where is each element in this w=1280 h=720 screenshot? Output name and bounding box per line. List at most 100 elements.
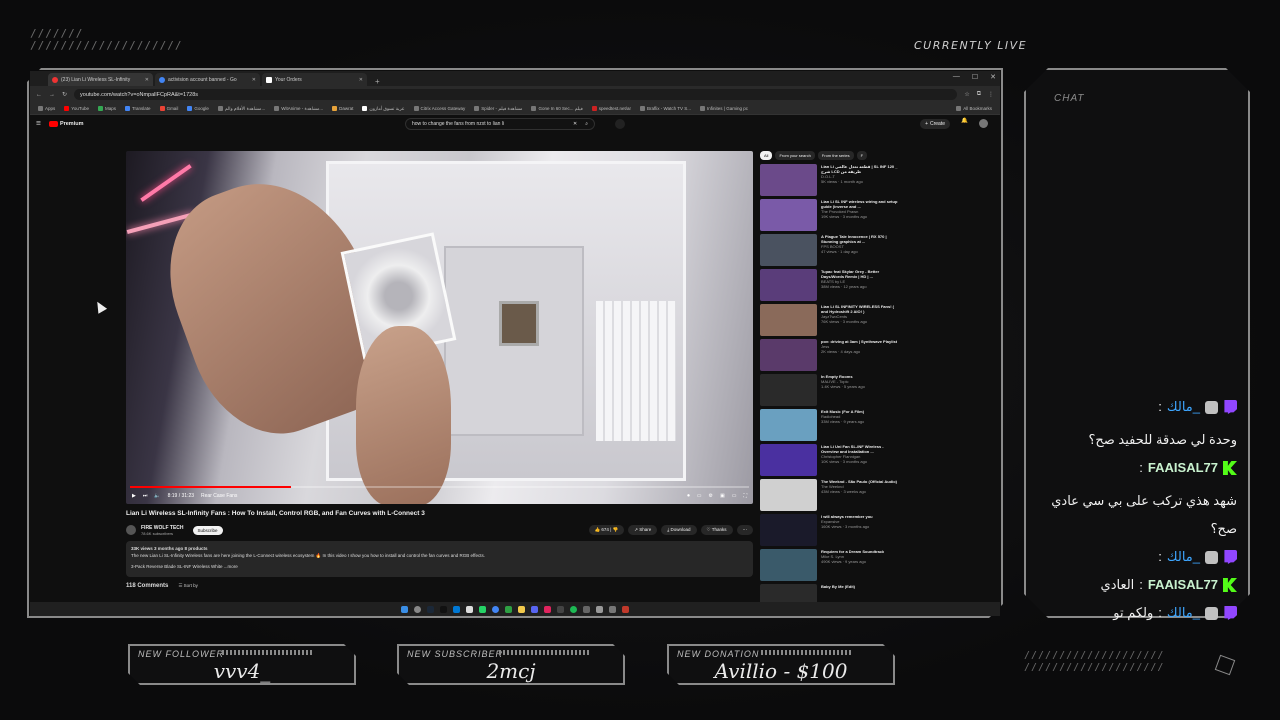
chip-from-series[interactable]: From the series xyxy=(817,151,854,160)
store-icon[interactable] xyxy=(453,605,460,613)
tab-youtube[interactable]: (23) Lian Li Wireless SL-Infinity ✕ xyxy=(48,73,153,86)
recommended-video[interactable]: The Weeknd - São Paulo (Official Audio) T… xyxy=(760,479,900,514)
recommended-title[interactable]: Tupac feat Skylar Grey - Better Days/Wor… xyxy=(821,269,900,279)
video-thumbnail[interactable] xyxy=(760,269,817,301)
close-tab-icon[interactable]: ✕ xyxy=(252,77,256,83)
notifications-bell-icon[interactable]: 🔔 xyxy=(961,118,968,124)
video-thumbnail[interactable] xyxy=(760,339,817,371)
hamburger-menu-icon[interactable]: ☰ xyxy=(36,121,41,127)
url-field[interactable]: youtube.com/watch?v=oNmpallFCpRA&t=1728s xyxy=(74,89,958,100)
recommended-title[interactable]: Lian Li SL INFINITY WIRELESS Fans! ( and… xyxy=(821,304,900,314)
recommended-title[interactable]: Lian Li SL INF wireless wiring and setup… xyxy=(821,199,900,209)
video-player[interactable]: ▶ ⏭ 🔈 8:19 / 31:23 Rear Case Fans ⏺ ▭ ⚙ … xyxy=(126,151,753,504)
video-thumbnail[interactable] xyxy=(760,444,817,476)
video-description[interactable]: 33K views 3 months ago 8 products The ne… xyxy=(126,541,753,577)
recommended-title[interactable]: Baby By Me (Edit) xyxy=(821,584,855,589)
chrome-icon[interactable] xyxy=(492,605,499,613)
recommended-video[interactable]: pov: driving at 3am | Synthwave Playlist… xyxy=(760,339,900,374)
app-icon[interactable] xyxy=(466,605,473,613)
sort-by-button[interactable]: ☰ Sort by xyxy=(178,583,198,589)
recommended-title[interactable]: A Plague Tale Innocence | RX 570 | Stunn… xyxy=(821,234,900,244)
bookmark-item[interactable]: Infinites | Gaming pc xyxy=(700,106,748,112)
recommended-video[interactable]: Lian Li SL INF wireless wiring and setup… xyxy=(760,199,900,234)
forward-icon[interactable]: → xyxy=(49,92,55,98)
search-icon[interactable] xyxy=(414,605,421,613)
video-progress-bar[interactable] xyxy=(130,486,749,488)
minimize-icon[interactable]: — xyxy=(953,73,960,81)
recommended-video[interactable]: I will always remember you Expansive 160K … xyxy=(760,514,900,549)
recommended-title[interactable]: pov: driving at 3am | Synthwave Playlist xyxy=(821,339,897,344)
tab-orders[interactable]: Your Orders ✕ xyxy=(262,73,367,86)
bookmark-item[interactable]: speedtest.net/ar xyxy=(591,106,631,112)
start-icon[interactable] xyxy=(401,605,408,613)
bookmark-item[interactable]: Maps xyxy=(97,106,116,112)
extensions-icon[interactable]: ⧉ xyxy=(977,91,981,98)
maximize-icon[interactable]: ☐ xyxy=(972,73,978,81)
miniplayer-icon[interactable]: ▣ xyxy=(720,493,725,499)
chapter-label[interactable]: Rear Case Fans xyxy=(201,493,237,499)
share-button[interactable]: ↗ Share xyxy=(628,525,658,535)
youtube-logo[interactable]: Premium xyxy=(48,121,83,127)
video-thumbnail[interactable] xyxy=(760,479,817,511)
bookmark-item[interactable]: Spider - مشاهدة فيلم xyxy=(474,106,522,112)
bookmark-item[interactable]: Citrix Access Gateway xyxy=(413,106,465,112)
recommended-video[interactable]: Requiem for a Dream Soundtrack Mike S. Ly… xyxy=(760,549,900,584)
app-icon[interactable] xyxy=(609,605,616,613)
recommended-title[interactable]: Lian Li Uni Fan SL-INF Wireless - Overvi… xyxy=(821,444,900,454)
bookmark-item[interactable]: Google xyxy=(187,106,209,112)
search-input[interactable]: how to change the fans from nzxt to lian… xyxy=(405,118,595,130)
create-button[interactable]: + Create xyxy=(920,119,950,129)
fullscreen-icon[interactable]: ⛶ xyxy=(743,493,747,499)
recommended-video[interactable]: Lian Li SL INFINITY WIRELESS Fans! ( and… xyxy=(760,304,900,339)
subtitles-icon[interactable]: ▭ xyxy=(697,493,702,499)
bookmark-item[interactable]: YouTube xyxy=(64,106,89,112)
chip-from-search[interactable]: From your search xyxy=(775,151,815,160)
next-icon[interactable]: ⏭ xyxy=(143,493,148,499)
whatsapp-icon[interactable] xyxy=(479,605,486,613)
settings-gear-icon[interactable] xyxy=(596,605,603,613)
app-icon[interactable] xyxy=(505,605,512,613)
recommended-video[interactable]: In Empty Rooms MALIVE - Topic 1.4K views ·… xyxy=(760,374,900,409)
recommended-video[interactable]: Exit Music (For A Film) Radiohead 33M view… xyxy=(760,409,900,444)
bookmark-item[interactable]: مشاهدة الأفلام والم... xyxy=(217,106,265,112)
bookmark-item[interactable]: Braflix - Watch TV S... xyxy=(640,106,691,112)
video-thumbnail[interactable] xyxy=(760,199,817,231)
all-bookmarks[interactable]: All Bookmarks xyxy=(956,106,992,112)
bookmark-item[interactable]: WitAnime - مشاهدة... xyxy=(274,106,323,112)
chip-more[interactable]: F xyxy=(856,151,868,160)
app-icon[interactable] xyxy=(544,605,551,613)
close-tab-icon[interactable]: ✕ xyxy=(359,77,363,83)
menu-dots-icon[interactable]: ⋮ xyxy=(988,91,994,98)
subscribe-button[interactable]: Subscribe xyxy=(192,525,223,535)
more-actions-icon[interactable]: ⋯ xyxy=(736,525,753,535)
video-thumbnail[interactable] xyxy=(760,374,817,406)
video-thumbnail[interactable] xyxy=(760,234,817,266)
app-icon[interactable] xyxy=(557,605,564,613)
new-tab-button[interactable]: + xyxy=(369,77,386,86)
steam-icon[interactable] xyxy=(427,605,434,613)
close-window-icon[interactable]: ✕ xyxy=(990,73,996,81)
spotify-icon[interactable] xyxy=(570,605,577,613)
video-thumbnail[interactable] xyxy=(760,164,817,196)
reload-icon[interactable]: ↻ xyxy=(62,91,67,98)
channel-name[interactable]: FIRE WOLF TECH xyxy=(141,525,184,531)
bookmark-item[interactable]: Translate xyxy=(124,106,151,112)
video-thumbnail[interactable] xyxy=(760,409,817,441)
bookmark-item[interactable]: Dawrat xyxy=(332,106,353,112)
theater-icon[interactable]: ▭ xyxy=(732,493,737,499)
thanks-button[interactable]: ♡ Thanks xyxy=(700,525,733,535)
recommended-title[interactable]: Lian Li قطعة تعدل عالمي | SL INF 120 _ ش… xyxy=(821,164,900,174)
bookmark-item[interactable]: Apps xyxy=(38,106,55,112)
file-explorer-icon[interactable] xyxy=(518,605,525,613)
close-tab-icon[interactable]: ✕ xyxy=(145,77,149,83)
video-thumbnail[interactable] xyxy=(760,514,817,546)
app-icon[interactable] xyxy=(583,605,590,613)
play-icon[interactable]: ▶ xyxy=(132,493,136,499)
download-button[interactable]: ⤓ Download xyxy=(661,525,697,535)
back-icon[interactable]: ← xyxy=(36,92,42,98)
app-icon[interactable] xyxy=(622,605,629,613)
bookmark-item[interactable]: Gone In 60 Sec... فيلم xyxy=(531,106,583,112)
video-thumbnail[interactable] xyxy=(760,304,817,336)
tiktok-icon[interactable] xyxy=(440,605,447,613)
recommended-video[interactable]: Lian Li قطعة تعدل عالمي | SL INF 120 _ ش… xyxy=(760,164,900,199)
